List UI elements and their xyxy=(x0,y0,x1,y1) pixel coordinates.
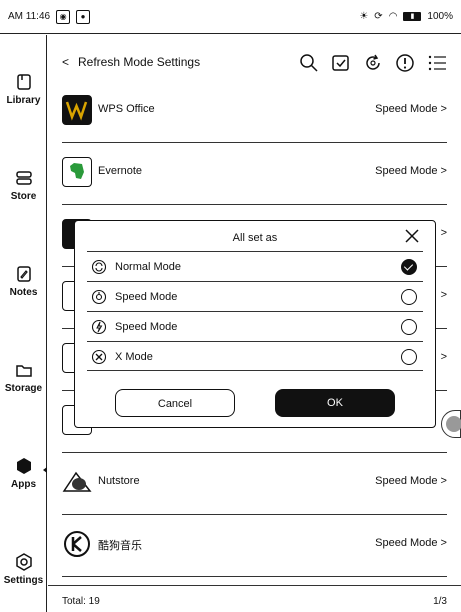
status-time: AM 11:46 xyxy=(8,11,51,22)
option-label: Speed Mode xyxy=(115,291,178,303)
app-name: Nutstore xyxy=(98,475,140,487)
footer: Total: 19 1/3 xyxy=(48,585,461,612)
battery-percent: 100% xyxy=(427,11,453,22)
settings-icon xyxy=(15,553,33,571)
app-name: Evernote xyxy=(98,165,143,177)
nutstore-icon xyxy=(62,467,92,497)
app-row-kugou[interactable]: 酷狗音乐 Speed Mode > xyxy=(62,515,447,577)
battery-icon: ▮ xyxy=(403,12,422,21)
back-button[interactable]: < xyxy=(62,55,69,69)
app-mode[interactable]: Speed Mode > xyxy=(375,103,447,115)
status-bar: AM 11:46 ◉ ● ☀ ⟳ ◠ ▮ 100% xyxy=(0,0,461,34)
sidebar: Library Store Notes Storage Apps Setting… xyxy=(0,35,47,612)
menu-icon[interactable] xyxy=(427,53,447,73)
library-icon xyxy=(15,73,33,91)
page-title: Refresh Mode Settings xyxy=(78,55,201,69)
app-mode[interactable]: Speed Mode > xyxy=(375,537,447,549)
total-count: Total: 19 xyxy=(62,596,100,607)
app-name: WPS Office xyxy=(98,103,155,115)
app-mode[interactable]: > xyxy=(441,227,447,239)
radio-button[interactable] xyxy=(401,289,417,305)
speed-mode-icon xyxy=(91,289,107,305)
x-mode-icon xyxy=(91,349,107,365)
option-label: Speed Mode xyxy=(115,321,178,333)
refresh-status-icon: ⟳ xyxy=(374,11,383,22)
option-normal-mode[interactable]: Normal Mode xyxy=(87,251,423,281)
brightness-icon: ☀ xyxy=(359,11,369,22)
kugou-icon xyxy=(62,529,92,559)
option-speed-mode-alt[interactable]: Speed Mode xyxy=(87,311,423,341)
sidebar-item-notes[interactable]: Notes xyxy=(0,265,47,298)
evernote-icon xyxy=(62,157,92,187)
floating-ball-button[interactable] xyxy=(441,410,461,438)
app-mode[interactable]: Speed Mode > xyxy=(375,165,447,177)
option-x-mode[interactable]: X Mode xyxy=(87,341,423,371)
toolbar xyxy=(299,53,447,73)
radio-button[interactable] xyxy=(401,349,417,365)
app-row-wps[interactable]: WPS Office Speed Mode > xyxy=(62,81,447,143)
ok-button[interactable]: OK xyxy=(275,389,395,417)
option-label: X Mode xyxy=(115,351,153,363)
info-icon[interactable] xyxy=(395,53,415,73)
record-icon: ● xyxy=(76,9,91,24)
app-mode[interactable]: Speed Mode > xyxy=(375,475,447,487)
store-icon xyxy=(15,169,33,187)
sidebar-item-library[interactable]: Library xyxy=(0,73,47,106)
notes-icon xyxy=(15,265,33,283)
active-item-marker xyxy=(43,467,47,473)
select-all-icon[interactable] xyxy=(331,53,351,73)
sidebar-item-store[interactable]: Store xyxy=(0,169,47,202)
app-row-evernote[interactable]: Evernote Speed Mode > xyxy=(62,143,447,205)
app-row-nutstore[interactable]: Nutstore Speed Mode > xyxy=(62,453,447,515)
dialog-title: All set as xyxy=(232,232,278,244)
search-icon[interactable] xyxy=(299,53,319,73)
radio-button[interactable] xyxy=(401,319,417,335)
radio-selected[interactable] xyxy=(401,259,417,275)
sidebar-item-settings[interactable]: Settings xyxy=(0,553,47,586)
option-label: Normal Mode xyxy=(115,261,182,273)
option-speed-mode[interactable]: Speed Mode xyxy=(87,281,423,311)
close-icon[interactable] xyxy=(403,227,421,245)
wps-office-icon xyxy=(62,95,92,125)
refresh-mode-icon[interactable] xyxy=(363,53,383,73)
app-name: 酷狗音乐 xyxy=(98,540,142,552)
sidebar-item-apps[interactable]: Apps xyxy=(0,457,47,490)
speed-mode-bolt-icon xyxy=(91,319,107,335)
apps-icon xyxy=(15,457,33,475)
cancel-button[interactable]: Cancel xyxy=(115,389,235,417)
normal-mode-icon xyxy=(91,259,107,275)
all-set-as-dialog: All set as Normal Mode Speed Mode Speed … xyxy=(74,220,436,428)
page-indicator: 1/3 xyxy=(433,596,447,607)
sidebar-item-storage[interactable]: Storage xyxy=(0,361,47,394)
storage-icon xyxy=(15,361,33,379)
app-mode[interactable]: > xyxy=(441,351,447,363)
wifi-icon: ◠ xyxy=(388,11,398,22)
app-mode[interactable]: > xyxy=(441,289,447,301)
notification-icon: ◉ xyxy=(56,9,71,24)
